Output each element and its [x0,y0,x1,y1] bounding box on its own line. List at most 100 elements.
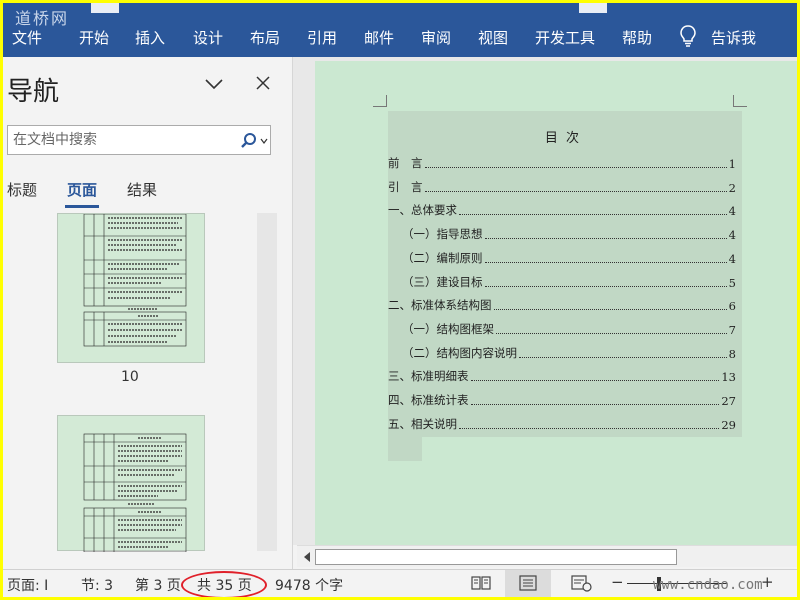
tell-me-button[interactable]: 告诉我 [711,27,756,48]
toc-entry-page: 5 [728,275,736,290]
toc-entry-page: 27 [721,394,736,408]
thumbnail-content [83,214,187,347]
thumbnail-page-number: 10 [121,369,139,385]
toc-entry[interactable]: （一）指导思想 4 [388,226,736,242]
toc-title: 目 次 [544,131,582,146]
toc-leader-dots [484,261,727,263]
status-page[interactable]: 页面: I [7,575,48,595]
menu-item[interactable]: 视图 [478,27,508,48]
status-section[interactable]: 节: 3 [81,575,113,595]
toc-entry[interactable]: （三）建设目标 5 [388,274,736,290]
toc-entry[interactable]: 五、相关说明 29 [388,416,736,432]
toc-leader-dots [519,356,727,358]
print-layout-button[interactable] [505,570,551,597]
scroll-left-icon[interactable] [301,550,313,564]
toc-leader-dots [424,167,727,168]
toc-entry[interactable]: （二）结构图内容说明 8 [388,345,736,361]
horizontal-scrollbar[interactable] [297,545,797,567]
toc-entry[interactable]: 三、标准明细表 13 [388,368,736,384]
menu-item[interactable]: 文件 [12,27,42,48]
search-box [7,125,271,155]
toc-entry[interactable]: 引 言 2 [388,179,736,195]
toc-leader-dots [470,380,720,382]
toc-leader-dots [470,404,720,405]
toc-leader-dots [459,427,720,429]
toc-entry-page: 13 [721,370,736,385]
page-thumbnail-11[interactable] [57,415,205,552]
word-window: 道桥网 文件 开始 插入 设计 布局 引用 邮件 审阅 视图 开发工具 帮助 告诉我 导航 [3,3,797,597]
title-bar-fragment [579,3,607,13]
toc-entry-page: 7 [728,322,736,337]
toc-entry-text: 前 言 [388,156,423,170]
toc-leader-dots [493,309,727,311]
watermark-logo: 道桥网 [15,9,70,28]
toc-leader-dots [496,332,727,334]
toc-entry-text: 二、标准体系结构图 [388,298,492,313]
active-tab-indicator [65,205,99,208]
chevron-down-icon[interactable] [260,138,268,144]
toc-entry-text: 引 言 [388,179,423,194]
menu-item[interactable]: 开发工具 [535,27,595,48]
page-thumbnail-10[interactable] [57,213,205,363]
toc-entry-text: 五、相关说明 [388,416,457,431]
toc-entry-text: 一、总体要求 [388,203,457,218]
toc-entry-text: （一）结构图框架 [402,321,494,336]
toc-entry-page: 1 [728,157,736,171]
menu-item[interactable]: 邮件 [364,27,394,48]
menu-item[interactable]: 引用 [307,27,337,48]
toc-leader-dots [484,238,727,240]
site-watermark: www.cndao.com [653,577,763,593]
toc-entry[interactable]: 一、总体要求 4 [388,202,736,218]
scrollbar-thumb[interactable] [315,549,677,565]
toc-entry-text: 三、标准明细表 [388,369,469,384]
toc-entry-page: 4 [728,204,736,219]
menu-item[interactable]: 开始 [79,27,109,48]
toc-entry-text: （三）建设目标 [402,274,483,289]
status-word-count[interactable]: 9478 个字 [275,575,343,595]
zoom-out-button[interactable]: − [611,573,624,591]
read-mode-icon[interactable] [469,573,493,593]
tab-results[interactable]: 结果 [127,179,157,200]
toc-entry-text: （二）结构图内容说明 [402,345,517,360]
menu-item[interactable]: 设计 [193,27,223,48]
menu-item[interactable]: 审阅 [421,27,451,48]
navigation-pane: 导航 标题 页面 结果 [3,57,293,571]
menu-item[interactable]: 插入 [135,27,165,48]
title-bar-fragment [91,3,119,13]
toc-entry[interactable]: （二）编制原则 4 [388,250,736,266]
toc-leader-dots [459,214,727,216]
toc-entry[interactable]: 前 言 1 [388,155,736,171]
search-icon[interactable] [240,132,258,150]
toc-entry[interactable]: 二、标准体系结构图 6 [388,297,736,313]
menu-item[interactable]: 布局 [250,27,280,48]
crop-mark [733,95,747,107]
toc-entry-text: （二）编制原则 [402,250,483,265]
toc-entry[interactable]: 四、标准统计表 27 [388,392,736,408]
search-input[interactable] [13,131,233,149]
document-page[interactable]: 目 次 前 言 1 引 言 2 一、总体要求 4 （一）指导思想 4 （二）编制原则 4 （三）建设… [315,61,797,545]
toc-entry-page: 4 [728,251,736,266]
close-icon[interactable] [255,75,271,91]
thumbnail-scrollbar[interactable] [257,213,277,551]
tab-headings[interactable]: 标题 [7,179,37,200]
toc-selection-tail [388,437,422,461]
navigation-title: 导航 [7,77,60,107]
lightbulb-icon[interactable] [679,25,697,47]
toc-leader-dots [484,285,727,287]
chevron-down-icon[interactable] [204,77,224,91]
toc-entry[interactable]: （一）结构图框架 7 [388,321,736,337]
toc-entry-page: 4 [728,228,736,243]
toc-entry-page: 29 [721,417,736,432]
toc-selection[interactable]: 目 次 前 言 1 引 言 2 一、总体要求 4 （一）指导思想 4 （二）编制原则 4 （三）建设… [388,111,742,437]
menu-item[interactable]: 帮助 [622,27,652,48]
tab-pages[interactable]: 页面 [67,179,97,200]
highlight-circle [181,571,267,597]
crop-mark [373,95,387,107]
status-current-page[interactable]: 第 3 页 [135,575,181,595]
toc-leader-dots [424,190,727,192]
document-area: 目 次 前 言 1 引 言 2 一、总体要求 4 （一）指导思想 4 （二）编制原则 4 （三）建设… [293,57,797,545]
status-bar: 页面: I 节: 3 第 3 页 共 35 页 9478 个字 − www.cn… [3,569,797,597]
thumbnail-content [83,433,187,552]
zoom-in-button[interactable]: + [761,573,774,591]
web-layout-icon[interactable] [569,573,593,593]
